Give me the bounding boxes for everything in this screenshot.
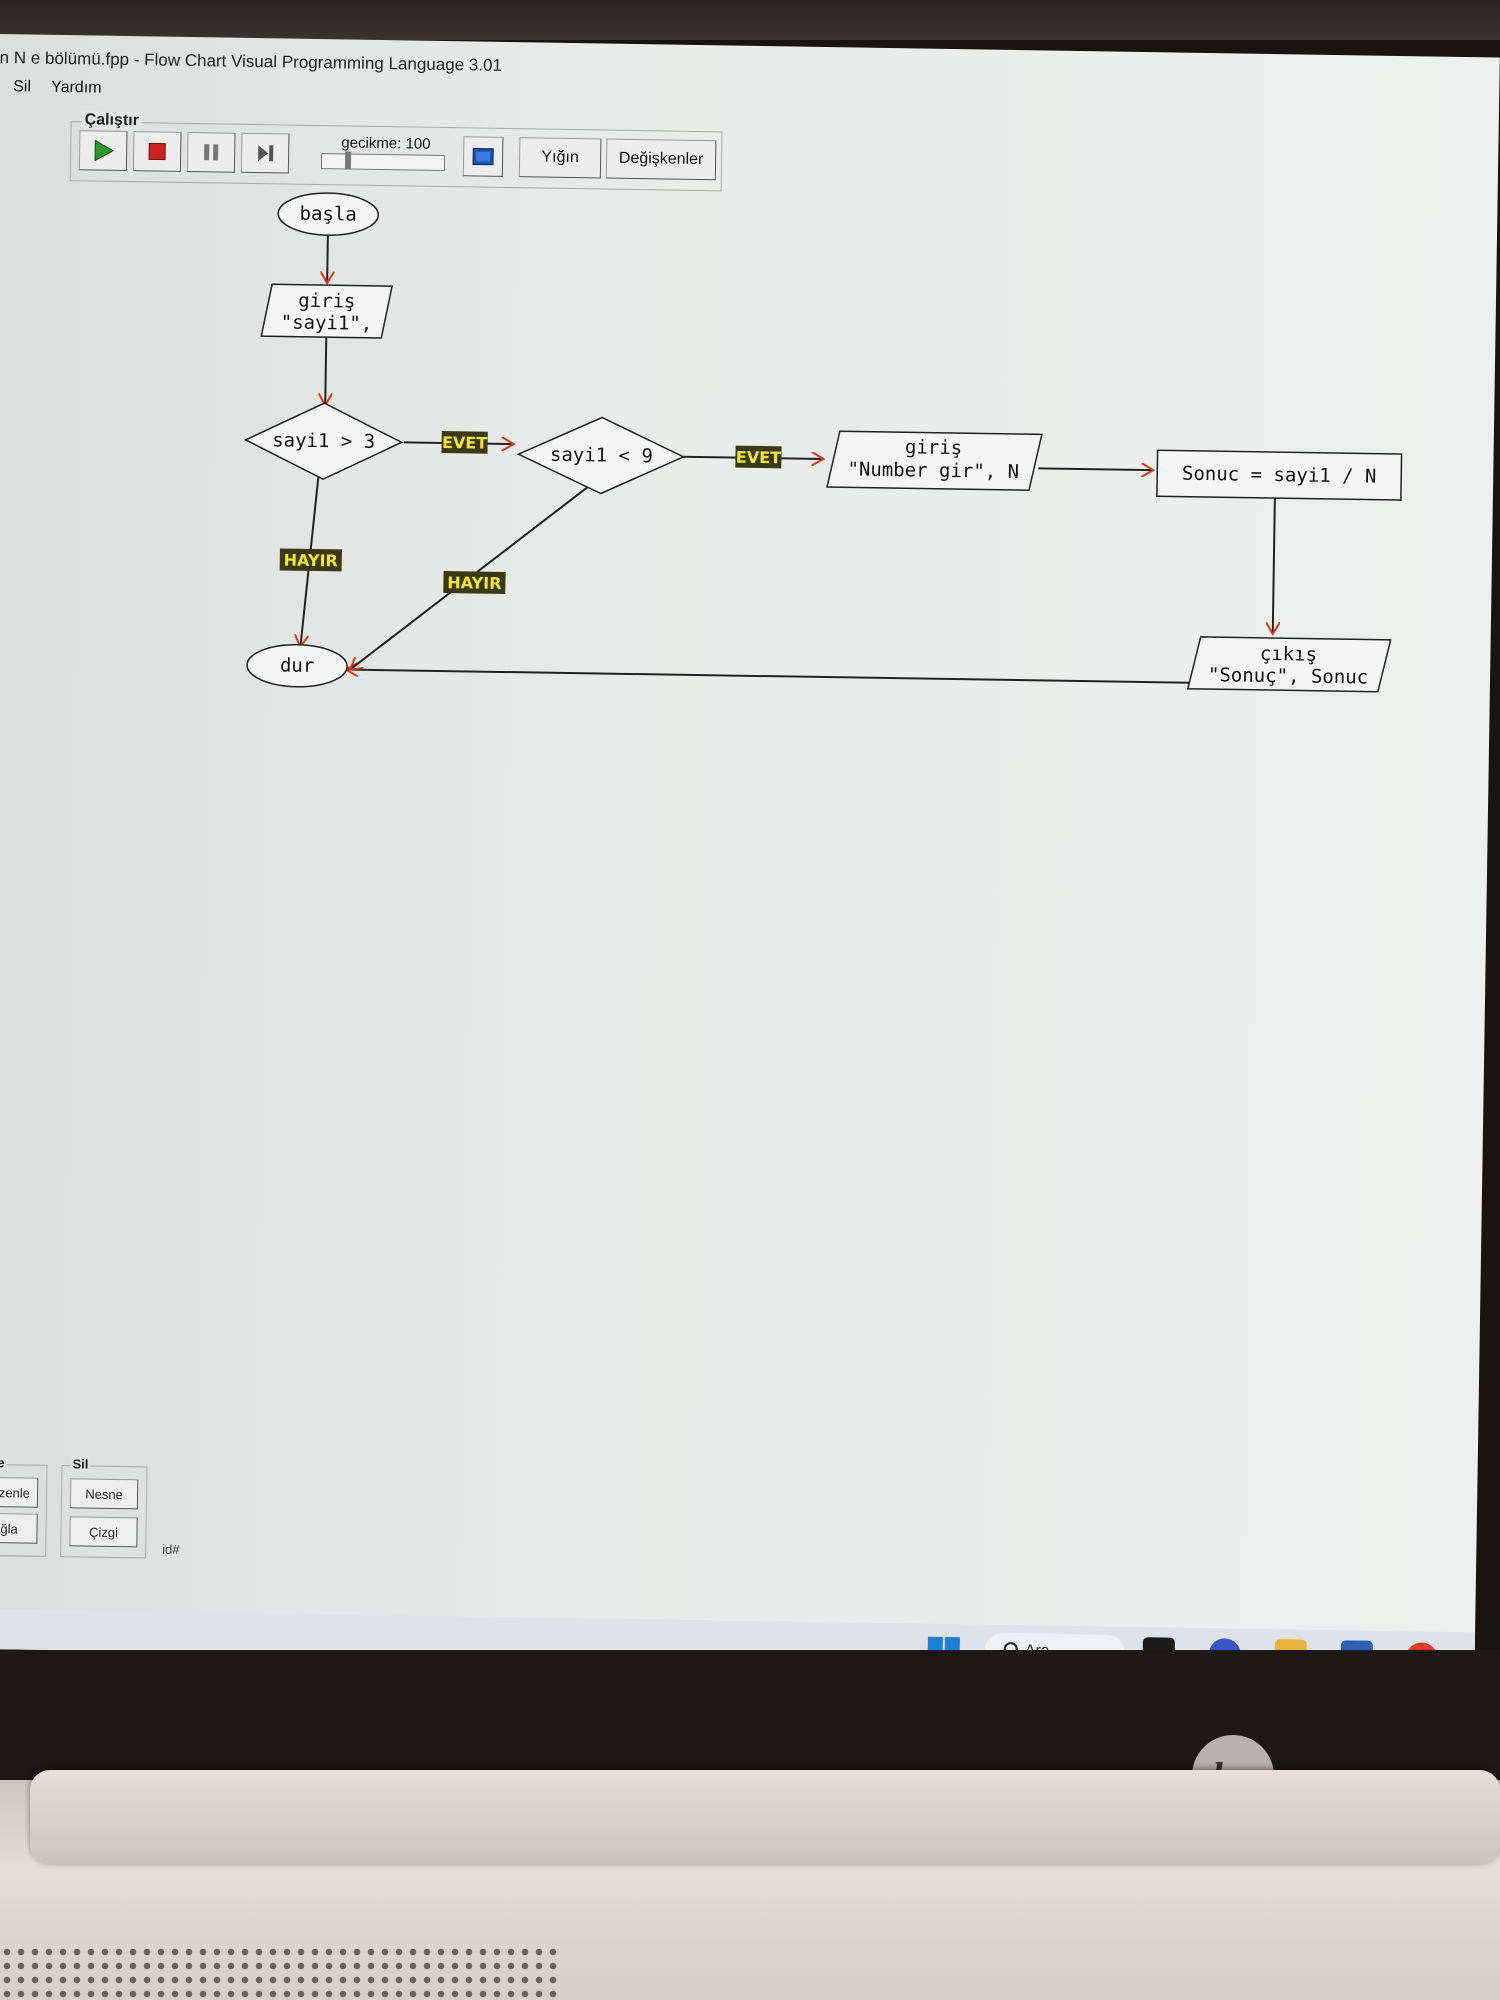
arrow-input2-process — [1038, 468, 1153, 470]
yes-label-2: EVET — [735, 445, 782, 469]
input1-title: giriş — [298, 290, 356, 313]
decision1-node[interactable]: sayi1 > 3 — [243, 402, 404, 480]
input2-value: "Number gir", N — [847, 458, 1019, 483]
connector-lines — [300, 234, 1279, 684]
speaker-grille — [0, 1945, 560, 2000]
monitor-bezel — [0, 0, 1500, 40]
yes-label-1: EVET — [441, 430, 488, 454]
no-label-2: HAYIR — [443, 571, 506, 595]
input1-node[interactable]: giriş "sayi1", — [260, 283, 394, 339]
end-node[interactable]: dur — [246, 643, 348, 688]
edit-group-label: enle — [0, 1454, 7, 1471]
svg-text:HAYIR: HAYIR — [447, 573, 501, 593]
arrow-start-input — [327, 234, 328, 283]
edit-button[interactable]: Düzenle — [0, 1476, 39, 1508]
end-label: dur — [280, 654, 315, 677]
output-node[interactable]: çıkış "Sonuç", Sonuc — [1186, 636, 1392, 693]
decision2-node[interactable]: sayi1 < 9 — [516, 416, 686, 495]
delete-group-label: Sil — [70, 1456, 91, 1472]
flowchart-canvas: başla giriş "sayi1", sayi1 > 3 sayi1 < 9… — [243, 192, 1403, 693]
decision1-label: sayi1 > 3 — [272, 429, 375, 453]
delete-group: Sil Nesne Çizgi — [60, 1456, 148, 1559]
arrow-output-end — [346, 670, 1190, 684]
svg-text:HAYIR: HAYIR — [284, 551, 338, 571]
svg-text:EVET: EVET — [442, 433, 488, 453]
decision2-label: sayi1 < 9 — [550, 444, 653, 468]
edit-group: enle Düzenle ağla — [0, 1454, 48, 1557]
output-title: çıkış — [1260, 643, 1318, 666]
delete-line-button[interactable]: Çizgi — [69, 1516, 138, 1548]
svg-text:EVET: EVET — [736, 448, 782, 468]
status-id: id# — [162, 1541, 180, 1558]
input1-value: "sayi1", — [281, 311, 373, 334]
laptop-hinge — [30, 1770, 1500, 1865]
start-node[interactable]: başla — [277, 192, 379, 236]
no-label-1: HAYIR — [279, 548, 342, 572]
input2-node[interactable]: giriş "Number gir", N — [826, 430, 1043, 491]
input2-title: giriş — [905, 436, 963, 459]
process-node[interactable]: Sonuc = sayi1 / N — [1156, 449, 1403, 501]
process-label: Sonuc = sayi1 / N — [1182, 463, 1377, 488]
arrow-input-decision1 — [325, 335, 326, 405]
connect-button[interactable]: ağla — [0, 1512, 38, 1544]
start-label: başla — [299, 203, 357, 226]
delete-object-button[interactable]: Nesne — [69, 1478, 139, 1510]
arrow-process-output — [1273, 494, 1275, 634]
output-value: "Sonuç", Sonuc — [1208, 664, 1368, 689]
app-screen: n N e bölümü.fpp - Flow Chart Visual Pro… — [0, 34, 1500, 1673]
